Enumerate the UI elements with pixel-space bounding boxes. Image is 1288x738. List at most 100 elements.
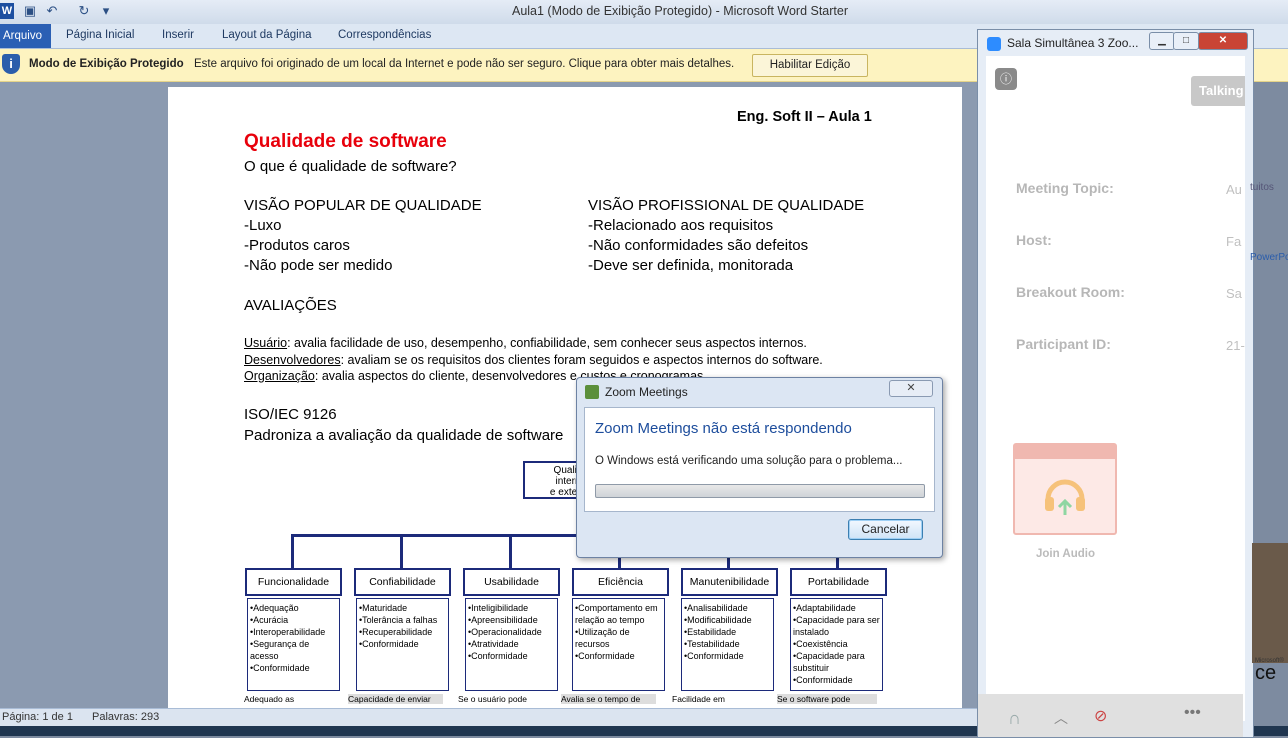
zoom-logo-icon bbox=[987, 37, 1001, 51]
word-count[interactable]: Palavras: 293 bbox=[92, 711, 159, 723]
audio-icon[interactable]: ∩ bbox=[1008, 708, 1021, 729]
app-icon bbox=[585, 385, 599, 399]
maximize-button[interactable]: □ bbox=[1173, 32, 1199, 50]
iso-heading: ISO/IEC 9126 bbox=[244, 406, 337, 423]
close-button[interactable]: ✕ bbox=[1198, 32, 1248, 50]
tab-arquivo[interactable]: Arquivo bbox=[0, 24, 51, 48]
zoom-body: ⓘ Talking Meeting Topic: Au Host: Fa Bre… bbox=[986, 56, 1245, 721]
minimize-button[interactable]: ▁ bbox=[1149, 32, 1175, 50]
list-item: •Adaptabilidade bbox=[793, 603, 856, 613]
list-item: •Analisabilidade bbox=[684, 603, 748, 613]
list-item: •Comportamento em relação ao tempo bbox=[575, 603, 658, 625]
chevron-up-icon[interactable]: ︿ bbox=[1054, 708, 1068, 728]
close-button[interactable]: ✕ bbox=[889, 380, 933, 397]
more-icon[interactable]: ••• bbox=[1184, 704, 1201, 722]
diagram-connector bbox=[400, 534, 403, 568]
word-app-icon[interactable]: W bbox=[0, 3, 14, 19]
video-off-icon[interactable]: ⊘ bbox=[1094, 706, 1107, 726]
page-count[interactable]: Página: 1 de 1 bbox=[2, 711, 73, 723]
progress-bar bbox=[595, 484, 925, 498]
list-item: •Recuperabilidade bbox=[359, 627, 433, 637]
cancel-button[interactable]: Cancelar bbox=[848, 519, 923, 540]
tab-pagina-inicial[interactable]: Página Inicial bbox=[66, 29, 134, 41]
list-item: •Testabilidade bbox=[684, 639, 740, 649]
diagram-list: •Comportamento em relação ao tempo •Util… bbox=[572, 598, 665, 691]
header-right: Eng. Soft II – Aula 1 bbox=[737, 109, 872, 125]
list-item: •Conformidade bbox=[575, 651, 635, 661]
popular-item: -Luxo bbox=[244, 217, 282, 234]
list-item: •Conformidade bbox=[359, 639, 419, 649]
list-item: •Adequação bbox=[250, 603, 299, 613]
window-title: Aula1 (Modo de Exibição Protegido) - Mic… bbox=[511, 4, 849, 18]
evaluation-line: Desenvolvedores: avaliam se os requisito… bbox=[244, 353, 823, 367]
participant-id-label: Participant ID: bbox=[1016, 336, 1111, 352]
evaluations-heading: AVALIAÇÕES bbox=[244, 297, 337, 314]
professional-heading: VISÃO PROFISSIONAL DE QUALIDADE bbox=[588, 197, 865, 214]
question-text: O que é qualidade de software? bbox=[244, 158, 457, 175]
office-photo bbox=[1252, 543, 1288, 663]
diagram-category: Confiabilidade bbox=[354, 568, 451, 596]
redo-icon[interactable]: ↻ bbox=[76, 3, 92, 19]
list-item: •Conformidade bbox=[468, 651, 528, 661]
host-value: Fa bbox=[1226, 234, 1242, 249]
evaluation-who: Desenvolvedores bbox=[244, 353, 341, 367]
list-item: •Inteligibilidade bbox=[468, 603, 529, 613]
professional-item: -Deve ser definida, monitorada bbox=[588, 257, 794, 274]
dialog-heading: Zoom Meetings não está respondendo bbox=[595, 420, 852, 437]
list-item: •Conformidade bbox=[250, 663, 310, 673]
not-responding-dialog: Zoom Meetings ✕ Zoom Meetings não está r… bbox=[576, 377, 943, 558]
dialog-title: Zoom Meetings bbox=[605, 385, 688, 399]
diagram-foot: Avalia se o tempo de bbox=[561, 694, 656, 704]
list-item: •Operacionalidade bbox=[468, 627, 542, 637]
diagram-category: Funcionalidade bbox=[245, 568, 342, 596]
customize-toolbar-icon[interactable]: ▾ bbox=[98, 3, 114, 19]
undo-icon[interactable]: ↶ bbox=[44, 3, 60, 19]
list-item: •Capacidade para ser instalado bbox=[793, 615, 880, 637]
evaluation-text: : avalia facilidade de uso, desempenho, … bbox=[287, 336, 807, 350]
zoom-window-title: Sala Simultânea 3 Zoo... bbox=[1007, 36, 1139, 50]
breakout-room-label: Breakout Room: bbox=[1016, 284, 1125, 300]
list-item: •Interoperabilidade bbox=[250, 627, 326, 637]
list-item: •Coexistência bbox=[793, 639, 848, 649]
background-snippet: PowerPo bbox=[1250, 252, 1288, 263]
popular-heading: VISÃO POPULAR DE QUALIDADE bbox=[244, 197, 482, 214]
diagram-category: Eficiência bbox=[572, 568, 669, 596]
iso-text: Padroniza a avaliação da qualidade de so… bbox=[244, 427, 564, 444]
protected-view-message[interactable]: Este arquivo foi originado de um local d… bbox=[194, 58, 734, 70]
join-audio-button[interactable] bbox=[1013, 443, 1117, 535]
diagram-foot: Adequado as bbox=[244, 694, 295, 704]
evaluation-text: : avaliam se os requisitos dos clientes … bbox=[340, 353, 823, 367]
diagram-list: •Adaptabilidade •Capacidade para ser ins… bbox=[790, 598, 883, 691]
list-item: •Utilização de recursos bbox=[575, 627, 630, 649]
list-item: •Tolerância a falhas bbox=[359, 615, 438, 625]
diagram-foot: Facilidade em bbox=[672, 694, 725, 704]
dialog-message: O Windows está verificando uma solução p… bbox=[595, 455, 903, 467]
list-item: •Segurança de acesso bbox=[250, 639, 310, 661]
list-item: •Modificabilidade bbox=[684, 615, 752, 625]
enable-editing-button[interactable]: Habilitar Edição bbox=[752, 54, 868, 77]
diagram-connector bbox=[509, 534, 512, 568]
shield-icon: i bbox=[2, 54, 20, 74]
tab-layout[interactable]: Layout da Página bbox=[222, 29, 312, 41]
meeting-topic-label: Meeting Topic: bbox=[1016, 180, 1114, 196]
tab-inserir[interactable]: Inserir bbox=[162, 29, 194, 41]
popular-item: -Não pode ser medido bbox=[244, 257, 393, 274]
diagram-foot: Capacidade de enviar bbox=[348, 694, 443, 704]
talking-indicator: Talking bbox=[1191, 76, 1245, 106]
status-bar: Página: 1 de 1 Palavras: 293 bbox=[0, 708, 980, 727]
professional-item: -Relacionado aos requisitos bbox=[588, 217, 774, 234]
list-item: •Estabilidade bbox=[684, 627, 737, 637]
page-title: Qualidade de software bbox=[244, 131, 447, 152]
word-title-bar: W ▣ ↶ ↻ ▾ Aula1 (Modo de Exibição Proteg… bbox=[0, 0, 1288, 25]
diagram-list: •Inteligibilidade •Apreensibilidade •Ope… bbox=[465, 598, 558, 691]
save-icon[interactable]: ▣ bbox=[22, 3, 38, 19]
list-item: •Capacidade para substituir bbox=[793, 651, 865, 673]
zoom-toolbar: ∩ ︿ ⊘ ••• bbox=[978, 694, 1243, 737]
list-item: •Apreensibilidade bbox=[468, 615, 538, 625]
tab-correspondencias[interactable]: Correspondências bbox=[338, 29, 431, 41]
diagram-category: Usabilidade bbox=[463, 568, 560, 596]
participant-id-value: 21- bbox=[1226, 338, 1245, 353]
office-brand: ce bbox=[1255, 662, 1277, 684]
list-item: •Conformidade bbox=[793, 675, 853, 685]
info-icon[interactable]: ⓘ bbox=[995, 68, 1017, 90]
